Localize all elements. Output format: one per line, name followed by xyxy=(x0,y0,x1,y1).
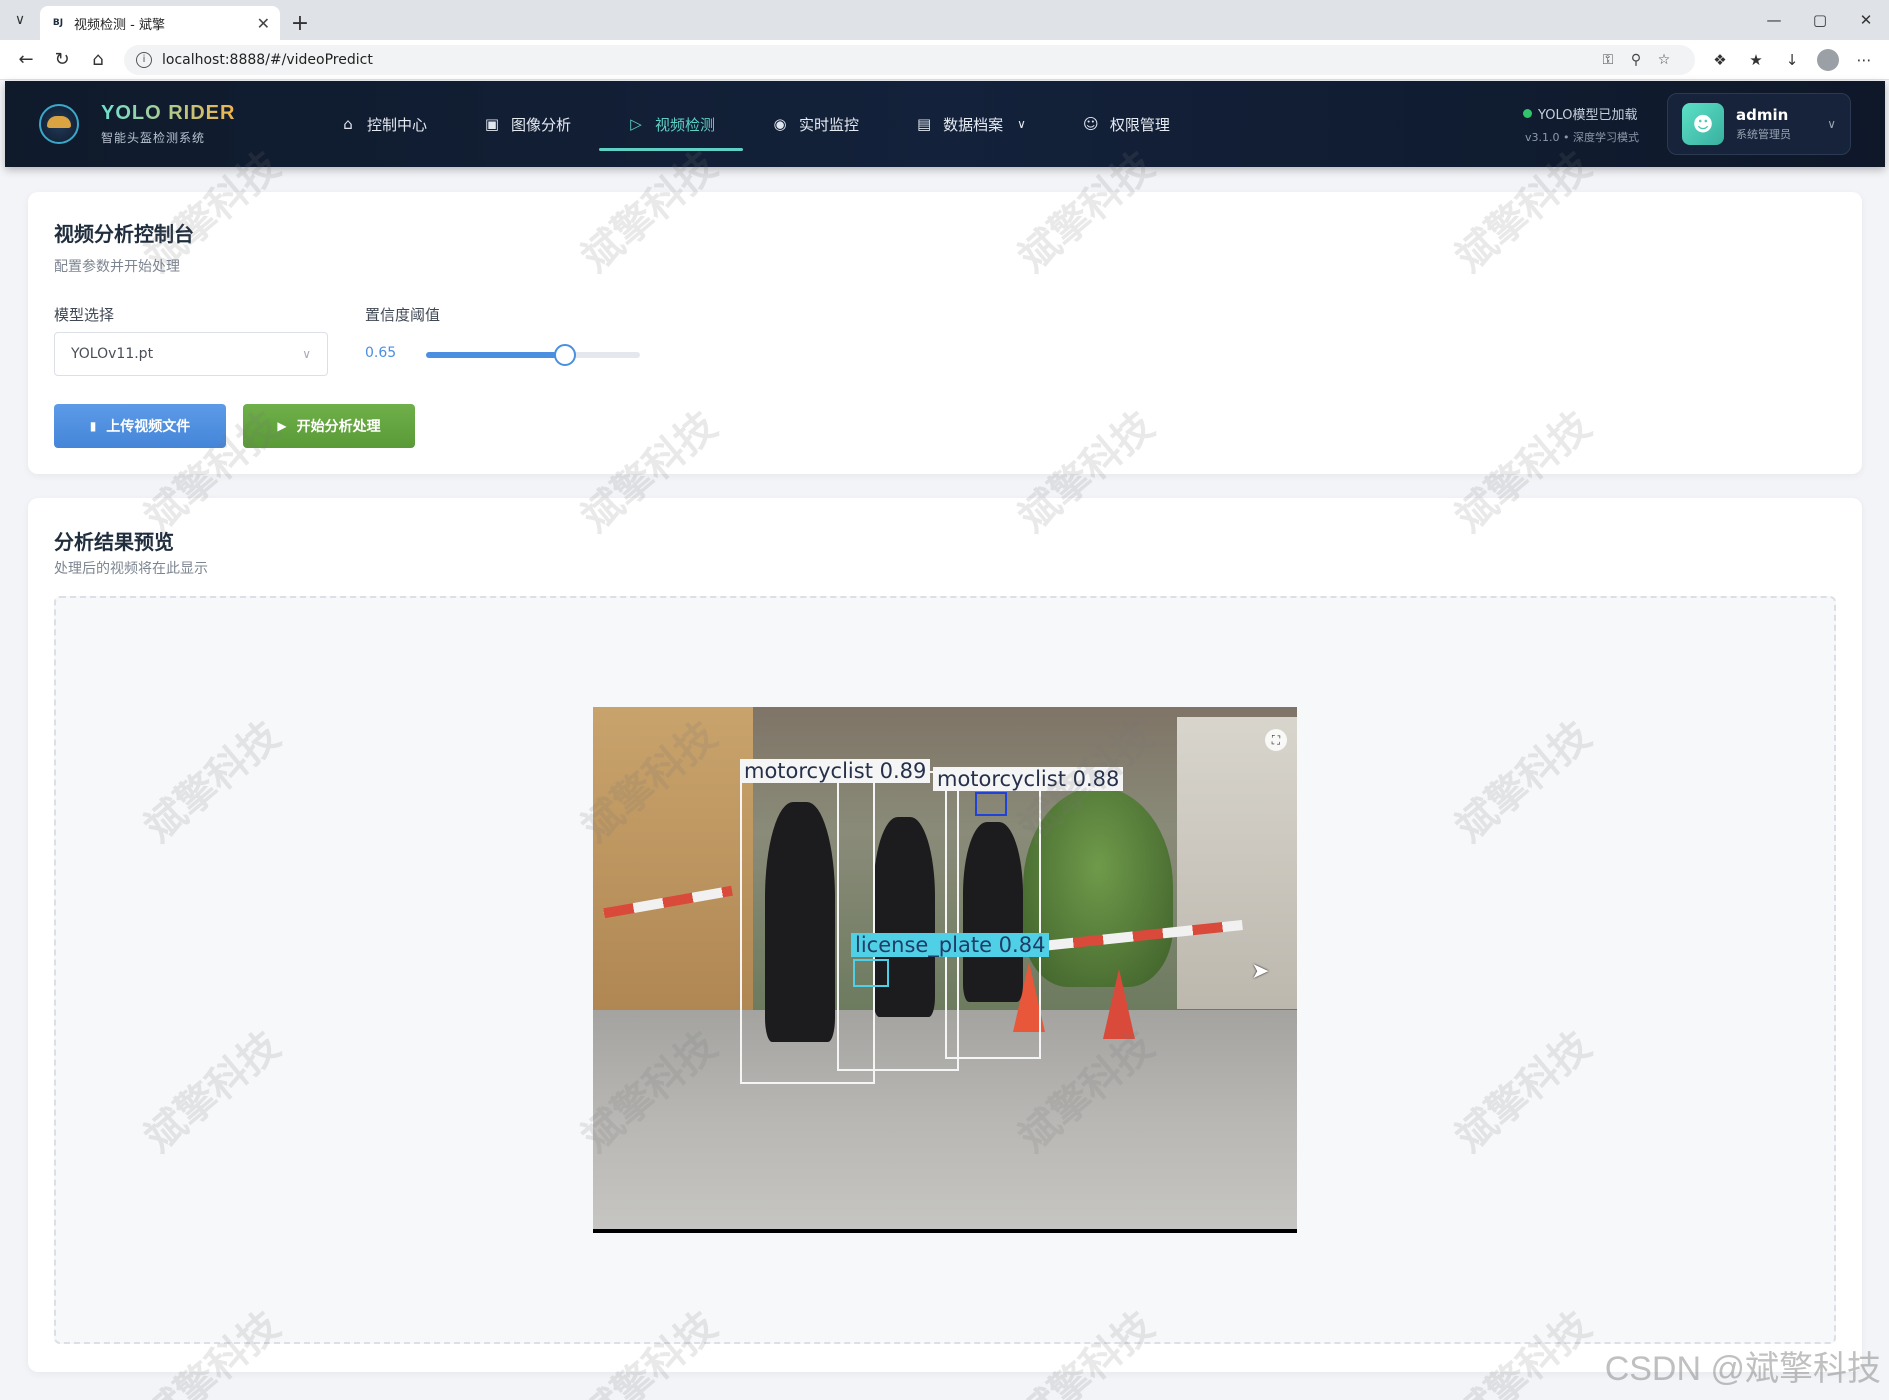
reload-icon[interactable]: ↻ xyxy=(44,44,80,76)
logo[interactable]: YOLO RIDER 智能头盔检测系统 xyxy=(5,81,265,167)
user-avatar-icon: ☻ xyxy=(1682,103,1724,145)
new-tab-plus-icon[interactable]: + xyxy=(280,6,320,40)
star-icon[interactable]: ☆ xyxy=(1653,52,1675,68)
nav-label: 实时监控 xyxy=(799,115,860,134)
control-card-subtitle: 配置参数并开始处理 xyxy=(54,259,180,275)
home-icon: ⌂ xyxy=(343,115,353,133)
start-analysis-button[interactable]: ▶ 开始分析处理 xyxy=(243,404,415,448)
user-name: admin xyxy=(1736,106,1789,124)
nav-item-data-archive[interactable]: ▤ 数据档案 ∨ xyxy=(887,81,1054,167)
helmet-logo-icon xyxy=(39,104,79,144)
confidence-label: 置信度阈值 xyxy=(365,306,441,324)
nav-item-video-detection[interactable]: ▷ 视频检测 xyxy=(599,81,744,167)
key-icon[interactable]: ⚿ xyxy=(1597,52,1619,68)
detection-label: motorcyclist 0.88 xyxy=(933,767,1124,791)
download-icon[interactable]: ↓ xyxy=(1775,44,1809,76)
minimize-icon[interactable]: — xyxy=(1751,0,1797,40)
image-icon: ▣ xyxy=(484,115,500,133)
confidence-value: 0.65 xyxy=(365,345,397,361)
window-controls: — ▢ ✕ xyxy=(1751,0,1889,40)
detection-label: license_plate 0.84 xyxy=(851,933,1050,957)
play-circle-icon: ▷ xyxy=(630,115,642,133)
csdn-watermark: CSDN @斌擎科技 xyxy=(1604,1350,1881,1388)
start-button-label: 开始分析处理 xyxy=(296,419,381,435)
url-input[interactable]: i localhost:8888/#/videoPredict ⚿ ⚲ ☆ xyxy=(124,44,1695,75)
nav-label: 数据档案 xyxy=(943,115,1004,134)
tab-list-chevron-icon[interactable]: ∨ xyxy=(0,0,40,40)
zoom-icon[interactable]: ⚲ xyxy=(1625,52,1647,68)
document-icon: ▤ xyxy=(916,115,932,133)
model-select-value: YOLOv11.pt xyxy=(71,346,154,362)
back-arrow-icon[interactable]: ← xyxy=(8,44,44,76)
video-control-card: 视频分析控制台 配置参数并开始处理 模型选择 YOLOv11.pt ∨ 置信度阈… xyxy=(28,192,1862,474)
nav-label: 权限管理 xyxy=(1109,115,1170,134)
home-icon[interactable]: ⌂ xyxy=(80,44,116,76)
upload-video-button[interactable]: ▮ 上传视频文件 xyxy=(54,404,226,448)
user-menu[interactable]: ☻ admin 系统管理员 ∨ xyxy=(1667,93,1851,155)
slider-fill xyxy=(426,352,566,358)
fullscreen-icon[interactable]: ⛶ xyxy=(1265,729,1287,751)
favorites-icon[interactable]: ★ xyxy=(1739,44,1773,76)
extensions-icon[interactable]: ❖ xyxy=(1703,44,1737,76)
confidence-slider[interactable] xyxy=(426,344,640,366)
file-icon: ▮ xyxy=(89,419,97,433)
detection-box xyxy=(945,789,1041,1059)
url-text: localhost:8888/#/videoPredict xyxy=(162,51,373,68)
video-player[interactable]: motorcyclist 0.89 motorcyclist 0.88 lice… xyxy=(593,707,1297,1233)
nav-label: 图像分析 xyxy=(511,115,572,134)
nav-label: 视频检测 xyxy=(655,115,716,134)
browser-tab-bar: ∨ BJ 视频检测 - 斌擎 ✕ + — ▢ ✕ xyxy=(0,0,1889,40)
nav-item-image-analysis[interactable]: ▣ 图像分析 xyxy=(455,81,599,167)
status-version: v3.1.0 • 深度学习模式 xyxy=(1525,130,1639,144)
site-info-icon[interactable]: i xyxy=(136,51,152,68)
main-nav: ⌂ 控制中心 ▣ 图像分析 ▷ 视频检测 ◉ 实时监控 ▤ 数据档案 ∨ ☺ 权… xyxy=(311,81,1198,167)
browser-tab-active[interactable]: BJ 视频检测 - 斌擎 ✕ xyxy=(40,6,280,40)
nav-item-dashboard[interactable]: ⌂ 控制中心 xyxy=(311,81,455,167)
result-card-title: 分析结果预览 xyxy=(54,530,174,554)
nav-item-permissions[interactable]: ☺ 权限管理 xyxy=(1054,81,1198,167)
chevron-down-icon: ∨ xyxy=(1017,117,1026,131)
chevron-down-icon: ∨ xyxy=(1827,117,1836,131)
tab-title: 视频检测 - 斌擎 xyxy=(74,17,165,33)
status-text: YOLO模型已加载 xyxy=(1538,107,1638,123)
camera-icon: ◉ xyxy=(773,115,787,133)
nav-item-live-monitor[interactable]: ◉ 实时监控 xyxy=(743,81,887,167)
detection-box xyxy=(837,771,959,1071)
model-select-label: 模型选择 xyxy=(54,306,115,324)
detection-label: motorcyclist 0.89 xyxy=(740,759,931,783)
slider-thumb[interactable] xyxy=(554,344,577,366)
maximize-icon[interactable]: ▢ xyxy=(1797,0,1843,40)
upload-button-label: 上传视频文件 xyxy=(106,419,191,435)
app-header: YOLO RIDER 智能头盔检测系统 ⌂ 控制中心 ▣ 图像分析 ▷ 视频检测… xyxy=(5,81,1885,167)
result-card-subtitle: 处理后的视频将在此显示 xyxy=(54,561,208,577)
favicon-icon: BJ xyxy=(52,18,64,28)
browser-address-bar: ← ↻ ⌂ i localhost:8888/#/videoPredict ⚿ … xyxy=(0,40,1889,80)
more-menu-icon[interactable]: ⋯ xyxy=(1847,44,1881,76)
control-card-title: 视频分析控制台 xyxy=(54,222,194,246)
window-close-icon[interactable]: ✕ xyxy=(1843,0,1889,40)
play-icon: ▶ xyxy=(277,419,287,433)
model-status: YOLO模型已加载 v3.1.0 • 深度学习模式 xyxy=(1523,104,1639,145)
chevron-down-icon: ∨ xyxy=(302,347,311,361)
profile-icon[interactable] xyxy=(1811,44,1845,76)
user-role: 系统管理员 xyxy=(1736,128,1791,141)
model-select[interactable]: YOLOv11.pt ∨ xyxy=(54,332,328,376)
mouse-cursor-icon: ➤ xyxy=(1251,959,1270,984)
nav-label: 控制中心 xyxy=(367,115,428,134)
detection-box xyxy=(853,959,889,987)
detection-box xyxy=(975,792,1007,816)
user-icon: ☺ xyxy=(1083,115,1099,133)
close-tab-icon[interactable]: ✕ xyxy=(257,14,270,33)
status-dot-icon xyxy=(1523,108,1533,118)
logo-title: YOLO RIDER xyxy=(101,102,236,124)
logo-subtitle: 智能头盔检测系统 xyxy=(101,131,206,145)
